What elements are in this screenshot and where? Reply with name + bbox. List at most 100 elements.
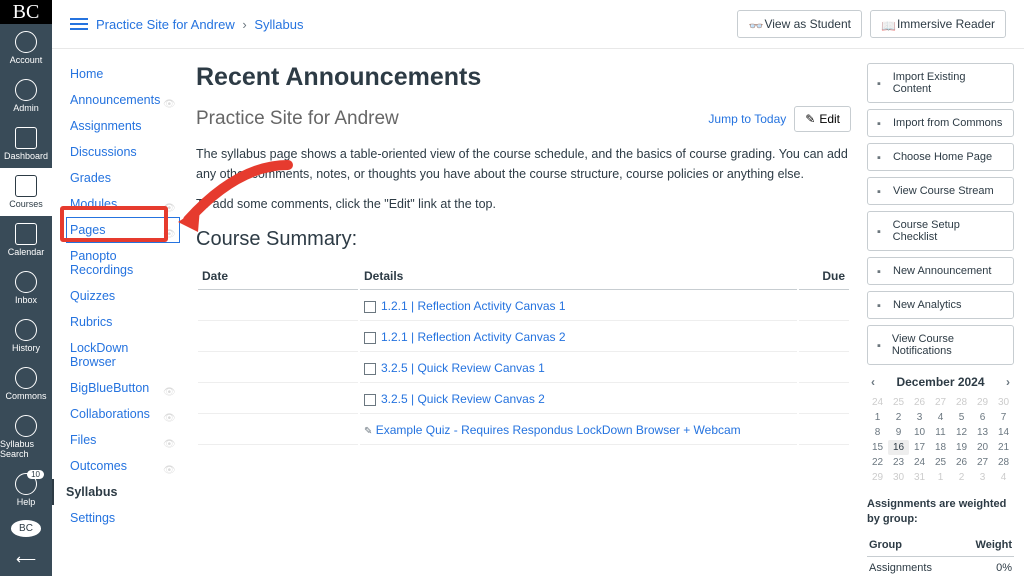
assignment-link[interactable]: 1.2.1 | Reflection Activity Canvas 2	[381, 330, 566, 344]
calendar-day[interactable]: 13	[972, 425, 993, 440]
nav-inbox[interactable]: Inbox	[0, 264, 52, 312]
assignment-link[interactable]: Example Quiz - Requires Respondus LockDo…	[376, 423, 741, 437]
nav-courses[interactable]: Courses	[0, 168, 52, 216]
course-nav-home[interactable]: Home	[66, 61, 180, 87]
course-nav-pages[interactable]: Pages	[66, 217, 180, 243]
edit-button[interactable]: ✎Edit	[794, 106, 851, 132]
side-button-new-analytics[interactable]: ▪New Analytics	[867, 291, 1014, 319]
side-button-import-from-commons[interactable]: ▪Import from Commons	[867, 109, 1014, 137]
course-nav-discussions[interactable]: Discussions	[66, 139, 180, 165]
calendar-day[interactable]: 23	[888, 455, 909, 470]
nav-commons[interactable]: Commons	[0, 360, 52, 408]
calendar-day[interactable]: 14	[993, 425, 1014, 440]
calendar-day[interactable]: 1	[930, 470, 951, 485]
avatar[interactable]: BC	[11, 520, 41, 537]
calendar-day[interactable]: 7	[993, 410, 1014, 425]
calendar-day[interactable]: 2	[888, 410, 909, 425]
side-button-view-course-notifications[interactable]: ▪View Course Notifications	[867, 325, 1014, 365]
immersive-reader-button[interactable]: 📖Immersive Reader	[870, 10, 1006, 38]
weights-caption: Assignments are weighted by group:	[867, 497, 1014, 528]
calendar-day[interactable]: 11	[930, 425, 951, 440]
calendar-day[interactable]: 12	[951, 425, 972, 440]
prev-month-icon[interactable]: ‹	[867, 375, 879, 389]
calendar-day[interactable]: 26	[909, 395, 930, 410]
calendar-day[interactable]: 4	[930, 410, 951, 425]
view-as-student-button[interactable]: 👓View as Student	[737, 10, 862, 38]
course-nav-bigbluebutton[interactable]: BigBlueButton	[66, 375, 180, 401]
course-nav-quizzes[interactable]: Quizzes	[66, 283, 180, 309]
calendar-day[interactable]: 1	[867, 410, 888, 425]
calendar-day[interactable]: 17	[909, 440, 930, 455]
calendar-day[interactable]: 29	[972, 395, 993, 410]
next-month-icon[interactable]: ›	[1002, 375, 1014, 389]
course-nav-syllabus[interactable]: Syllabus	[52, 479, 180, 505]
calendar-day[interactable]: 15	[867, 440, 888, 455]
nav-calendar[interactable]: Calendar	[0, 216, 52, 264]
course-nav-panopto-recordings[interactable]: Panopto Recordings	[66, 243, 180, 283]
calendar-day[interactable]: 4	[993, 470, 1014, 485]
mini-calendar[interactable]: 2425262728293012345678910111213141516171…	[867, 395, 1014, 485]
calendar-day[interactable]: 28	[993, 455, 1014, 470]
calendar-day[interactable]: 22	[867, 455, 888, 470]
col-details[interactable]: Details	[360, 263, 797, 290]
calendar-day[interactable]: 29	[867, 470, 888, 485]
nav-item-label: Quizzes	[70, 289, 115, 303]
calendar-day[interactable]: 21	[993, 440, 1014, 455]
side-button-choose-home-page[interactable]: ▪Choose Home Page	[867, 143, 1014, 171]
calendar-day[interactable]: 30	[993, 395, 1014, 410]
nav-help[interactable]: Help10	[0, 466, 52, 514]
calendar-day[interactable]: 27	[930, 395, 951, 410]
side-button-view-course-stream[interactable]: ▪View Course Stream	[867, 177, 1014, 205]
nav-admin[interactable]: Admin	[0, 72, 52, 120]
hamburger-icon[interactable]	[70, 18, 88, 30]
calendar-day[interactable]: 30	[888, 470, 909, 485]
course-nav-grades[interactable]: Grades	[66, 165, 180, 191]
course-nav-assignments[interactable]: Assignments	[66, 113, 180, 139]
calendar-day[interactable]: 3	[909, 410, 930, 425]
course-nav-rubrics[interactable]: Rubrics	[66, 309, 180, 335]
calendar-day[interactable]: 18	[930, 440, 951, 455]
col-date[interactable]: Date	[198, 263, 358, 290]
calendar-day[interactable]: 6	[972, 410, 993, 425]
course-nav-files[interactable]: Files	[66, 427, 180, 453]
calendar-day[interactable]: 9	[888, 425, 909, 440]
calendar-day[interactable]: 5	[951, 410, 972, 425]
calendar-day[interactable]: 2	[951, 470, 972, 485]
course-nav-collaborations[interactable]: Collaborations	[66, 401, 180, 427]
calendar-day[interactable]: 16	[888, 440, 909, 455]
side-button-import-existing-content[interactable]: ▪Import Existing Content	[867, 63, 1014, 103]
calendar-day[interactable]: 26	[951, 455, 972, 470]
course-nav-announcements[interactable]: Announcements	[66, 87, 180, 113]
calendar-day[interactable]: 31	[909, 470, 930, 485]
calendar-day[interactable]: 27	[972, 455, 993, 470]
breadcrumb-page[interactable]: Syllabus	[254, 17, 303, 32]
calendar-day[interactable]: 10	[909, 425, 930, 440]
nav-account[interactable]: Account	[0, 24, 52, 72]
col-due[interactable]: Due	[799, 263, 849, 290]
jump-to-today-link[interactable]: Jump to Today	[708, 112, 786, 126]
assignment-link[interactable]: 3.2.5 | Quick Review Canvas 1	[381, 361, 545, 375]
calendar-day[interactable]: 19	[951, 440, 972, 455]
calendar-day[interactable]: 3	[972, 470, 993, 485]
nav-syllabus-search[interactable]: Syllabus Search	[0, 408, 52, 466]
calendar-day[interactable]: 25	[930, 455, 951, 470]
assignment-link[interactable]: 3.2.5 | Quick Review Canvas 2	[381, 392, 545, 406]
course-nav-lockdown-browser[interactable]: LockDown Browser	[66, 335, 180, 375]
breadcrumb-course[interactable]: Practice Site for Andrew	[96, 17, 235, 32]
side-button-new-announcement[interactable]: ▪New Announcement	[867, 257, 1014, 285]
nav-history[interactable]: History	[0, 312, 52, 360]
calendar-day[interactable]: 25	[888, 395, 909, 410]
calendar-day[interactable]: 8	[867, 425, 888, 440]
calendar-day[interactable]: 24	[867, 395, 888, 410]
institution-logo[interactable]: BC	[0, 0, 52, 24]
course-nav-outcomes[interactable]: Outcomes	[66, 453, 180, 479]
assignment-link[interactable]: 1.2.1 | Reflection Activity Canvas 1	[381, 299, 566, 313]
calendar-day[interactable]: 28	[951, 395, 972, 410]
course-nav-settings[interactable]: Settings	[66, 505, 180, 531]
nav-dashboard[interactable]: Dashboard	[0, 120, 52, 168]
side-button-course-setup-checklist[interactable]: ▪Course Setup Checklist	[867, 211, 1014, 251]
calendar-day[interactable]: 24	[909, 455, 930, 470]
course-nav-modules[interactable]: Modules	[66, 191, 180, 217]
collapse-nav-icon[interactable]: ⟵	[8, 543, 44, 576]
calendar-day[interactable]: 20	[972, 440, 993, 455]
